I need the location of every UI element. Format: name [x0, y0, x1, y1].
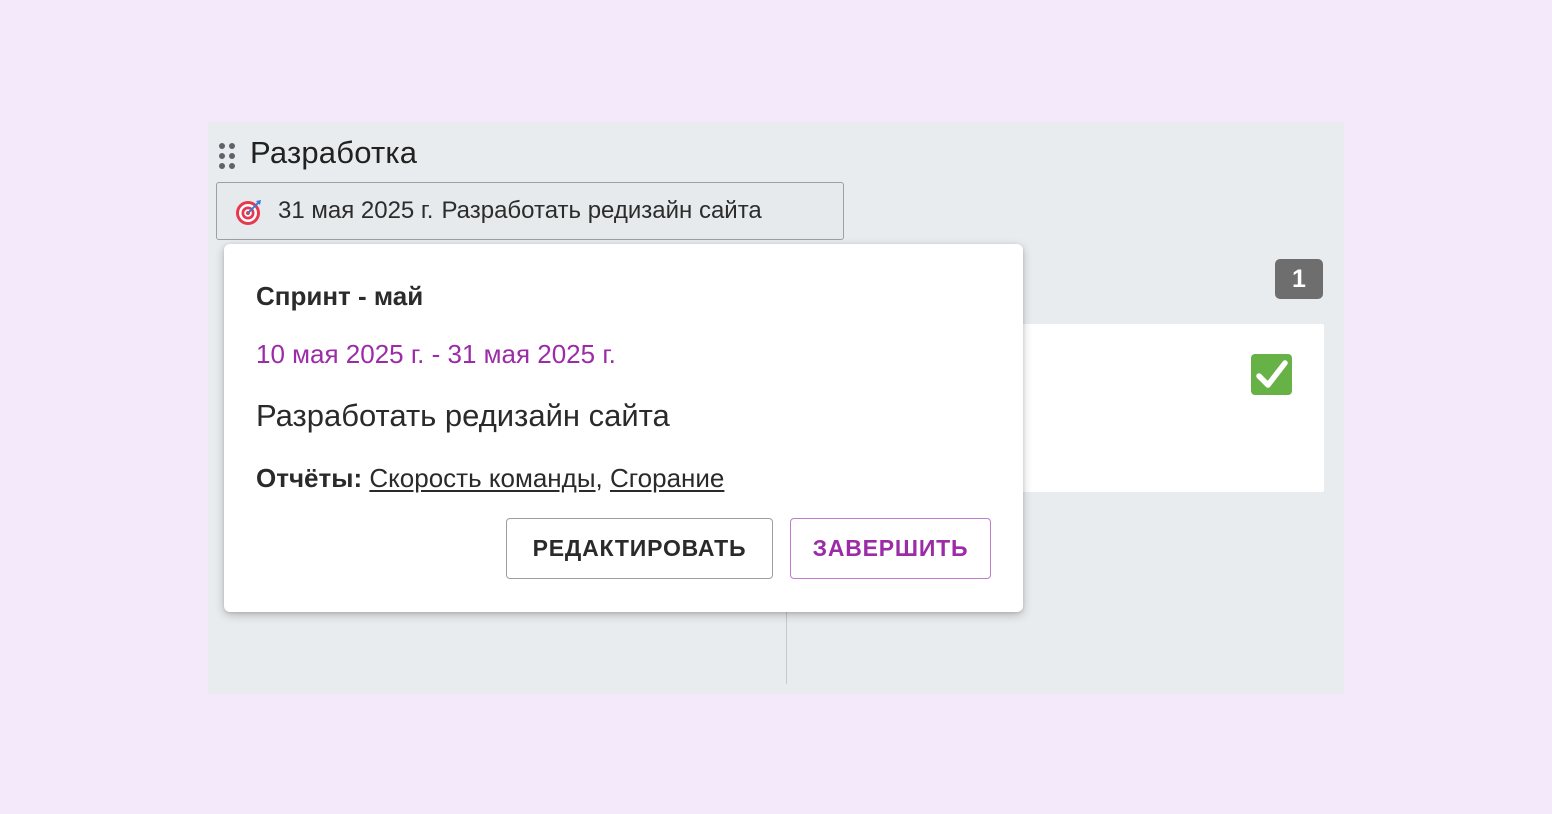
drag-handle-icon[interactable]: [218, 142, 238, 172]
target-icon: [235, 198, 263, 226]
sprint-chip[interactable]: 31 мая 2025 г. Разработать редизайн сайта: [216, 182, 844, 240]
sprint-chip-date: 31 мая 2025 г.: [278, 197, 434, 224]
sprint-popover: Спринт - май 10 мая 2025 г. - 31 мая 202…: [224, 244, 1023, 612]
sprint-chip-goal: Разработать редизайн сайта: [441, 197, 762, 224]
sprint-goal: Разработать редизайн сайта: [256, 398, 670, 433]
reports-label: Отчёты:: [256, 463, 363, 493]
report-link-velocity[interactable]: Скорость команды: [369, 463, 595, 493]
sprint-name: Спринт - май: [256, 281, 424, 311]
sprint-dates: 10 мая 2025 г. - 31 мая 2025 г.: [256, 339, 616, 369]
column-count-badge: 1: [1275, 259, 1323, 299]
reports-row: Отчёты: Скорость команды, Сгорание: [256, 463, 725, 493]
edit-button[interactable]: РЕДАКТИРОВАТЬ: [506, 518, 773, 579]
report-link-burndown[interactable]: Сгорание: [610, 463, 724, 493]
check-mark-icon: [1251, 354, 1292, 395]
finish-button[interactable]: ЗАВЕРШИТЬ: [790, 518, 991, 579]
board-title: Разработка: [250, 135, 418, 170]
